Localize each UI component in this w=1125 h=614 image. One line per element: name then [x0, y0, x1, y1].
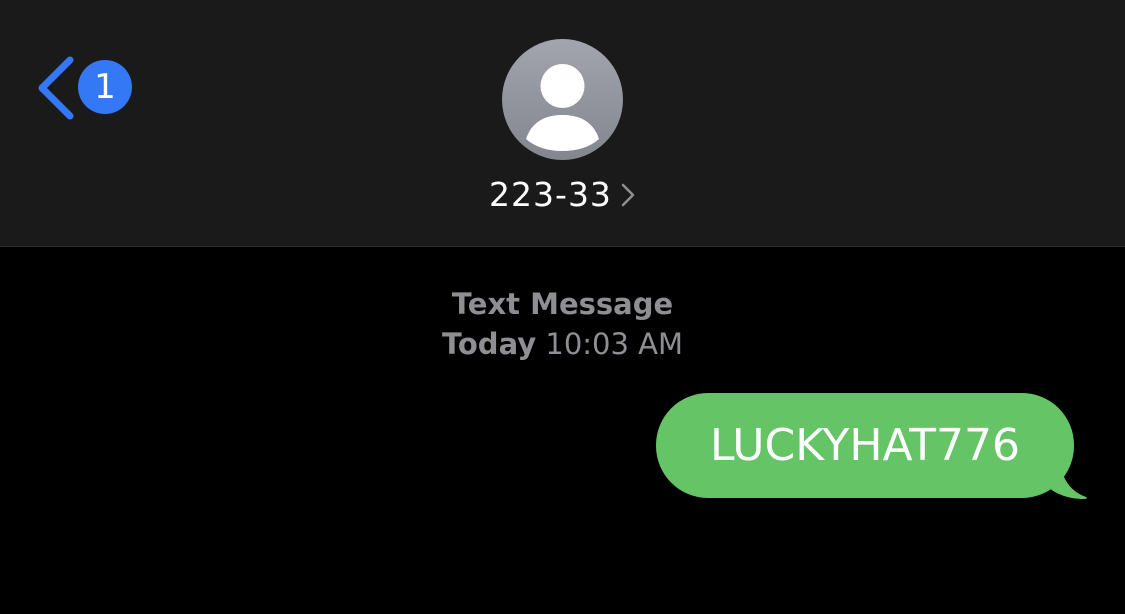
- message-bubble: LUCKYHAT776: [656, 393, 1074, 498]
- contact-info: 223-33: [0, 0, 1125, 246]
- timestamp: Today 10:03 AM: [0, 324, 1125, 364]
- timestamp-time: 10:03 AM: [545, 327, 684, 361]
- timestamp-day: Today: [441, 327, 537, 361]
- outgoing-message[interactable]: LUCKYHAT776: [656, 393, 1096, 501]
- contact-name: 223-33: [489, 175, 612, 214]
- contact-avatar[interactable]: [502, 39, 623, 160]
- message-timestamp-header: Text Message Today 10:03 AM: [0, 284, 1125, 364]
- person-silhouette-icon: [526, 64, 599, 151]
- service-label: Text Message: [451, 287, 674, 321]
- chevron-right-icon: [621, 183, 635, 207]
- contact-name-button[interactable]: 223-33: [0, 172, 1125, 218]
- conversation-header: 1 223-33: [0, 0, 1125, 247]
